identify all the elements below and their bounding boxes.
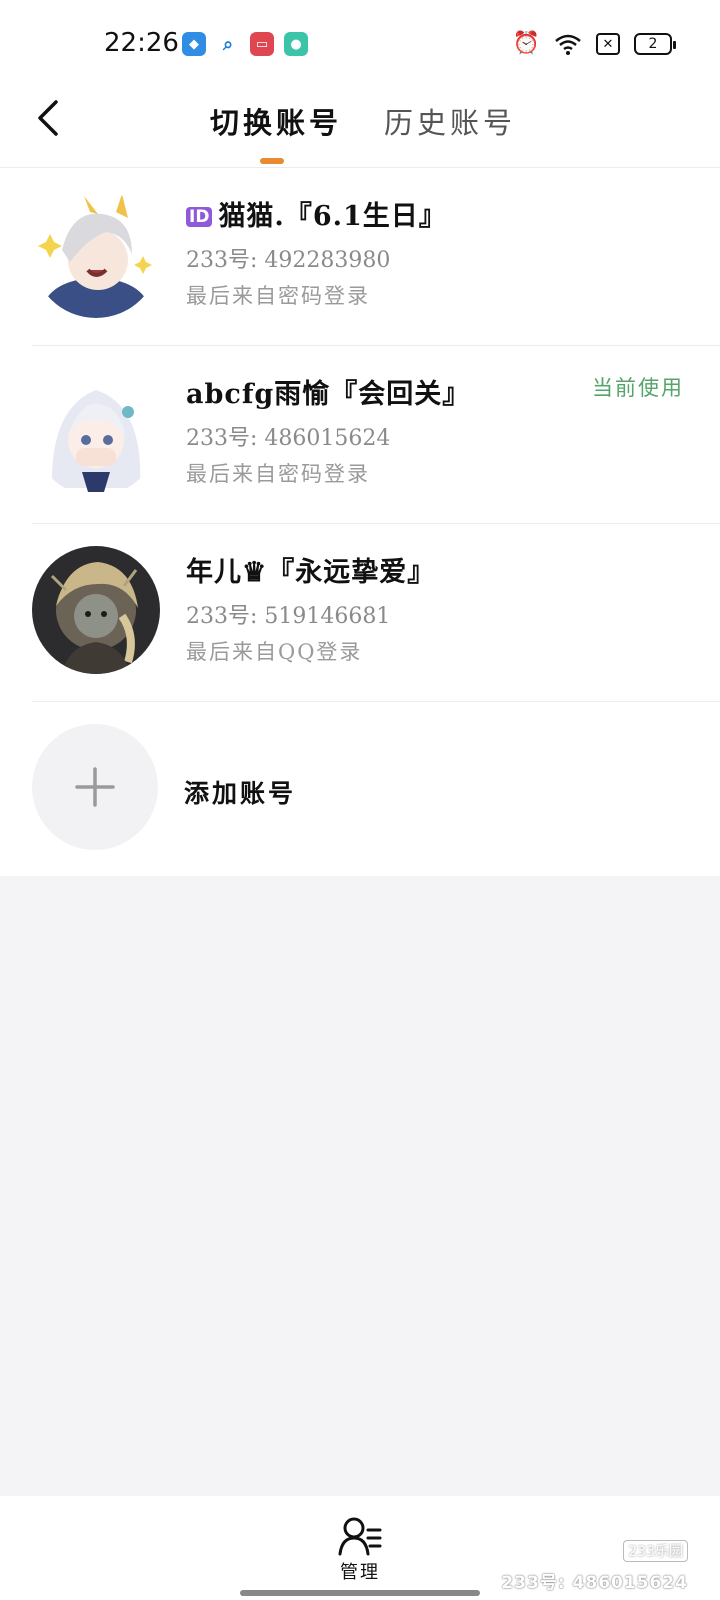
watermark-logo: 233乐园 — [623, 1540, 688, 1562]
status-bar: 22:26 ◆ ⌕ ▭ ● ⏰ ✕ 2 — [0, 0, 720, 92]
add-account-button[interactable]: 添加账号 — [32, 702, 720, 874]
account-item[interactable]: 年儿♛『永远挚爱』 233号: 519146681 最后来自QQ登录 — [32, 524, 720, 702]
current-in-use-label: 当前使用 — [592, 376, 684, 400]
search-icon: ⌕ — [216, 32, 240, 56]
account-list: ID 猫猫.『6.1生日』 233号: 492283980 最后来自密码登录 ab… — [0, 168, 720, 876]
wifi-icon — [555, 34, 581, 55]
home-indicator[interactable] — [240, 1590, 480, 1596]
account-login-source: 最后来自密码登录 — [186, 462, 370, 486]
battery-level: 2 — [648, 36, 658, 52]
account-login-source: 最后来自密码登录 — [186, 284, 370, 308]
manage-label: 管理 — [340, 1562, 380, 1583]
alarm-icon: ⏰ — [512, 31, 540, 56]
chevron-left-icon — [38, 100, 58, 136]
message-icon: ● — [284, 32, 308, 56]
watermark-text: 233号: 486015624 — [501, 1573, 688, 1593]
account-item[interactable]: abcfg雨愉『会回关』 当前使用 233号: 486015624 最后来自密码… — [32, 346, 720, 524]
account-name: 年儿♛『永远挚爱』 — [186, 557, 436, 588]
plus-icon — [75, 767, 115, 807]
back-button[interactable] — [28, 98, 68, 138]
status-indicators: ⏰ ✕ 2 — [512, 30, 676, 58]
account-name-text: 猫猫.『6.1生日』 — [218, 201, 447, 232]
account-item[interactable]: ID 猫猫.『6.1生日』 233号: 492283980 最后来自密码登录 — [32, 168, 720, 346]
tab-switch-account[interactable]: 切换账号 — [210, 100, 342, 142]
avatar — [32, 546, 160, 674]
add-account-circle — [32, 724, 158, 850]
account-id: 233号: 486015624 — [186, 426, 391, 451]
account-id: 233号: 519146681 — [186, 604, 391, 629]
video-icon: ▭ — [250, 32, 274, 56]
account-id: 233号: 492283980 — [186, 248, 391, 273]
account-name: abcfg雨愉『会回关』 — [186, 379, 471, 410]
no-sim-icon: ✕ — [596, 33, 620, 55]
user-manage-icon — [338, 1517, 382, 1556]
account-name: ID 猫猫.『6.1生日』 — [186, 194, 447, 233]
status-time: 22:26 — [104, 28, 179, 58]
add-account-label: 添加账号 — [184, 779, 297, 808]
account-login-source: 最后来自QQ登录 — [186, 640, 363, 664]
id-badge: ID — [186, 207, 213, 227]
manage-button[interactable]: 管理 — [320, 1516, 400, 1588]
tab-indicator — [260, 158, 284, 164]
battery-icon: 2 — [634, 33, 676, 55]
avatar — [32, 190, 160, 318]
bottom-bar: 管理 233乐园 233号: 486015624 — [0, 1496, 720, 1600]
maps-icon: ◆ — [182, 32, 206, 56]
header: 切换账号 历史账号 — [0, 92, 720, 168]
tab-history-account[interactable]: 历史账号 — [384, 100, 516, 142]
avatar — [32, 368, 160, 496]
